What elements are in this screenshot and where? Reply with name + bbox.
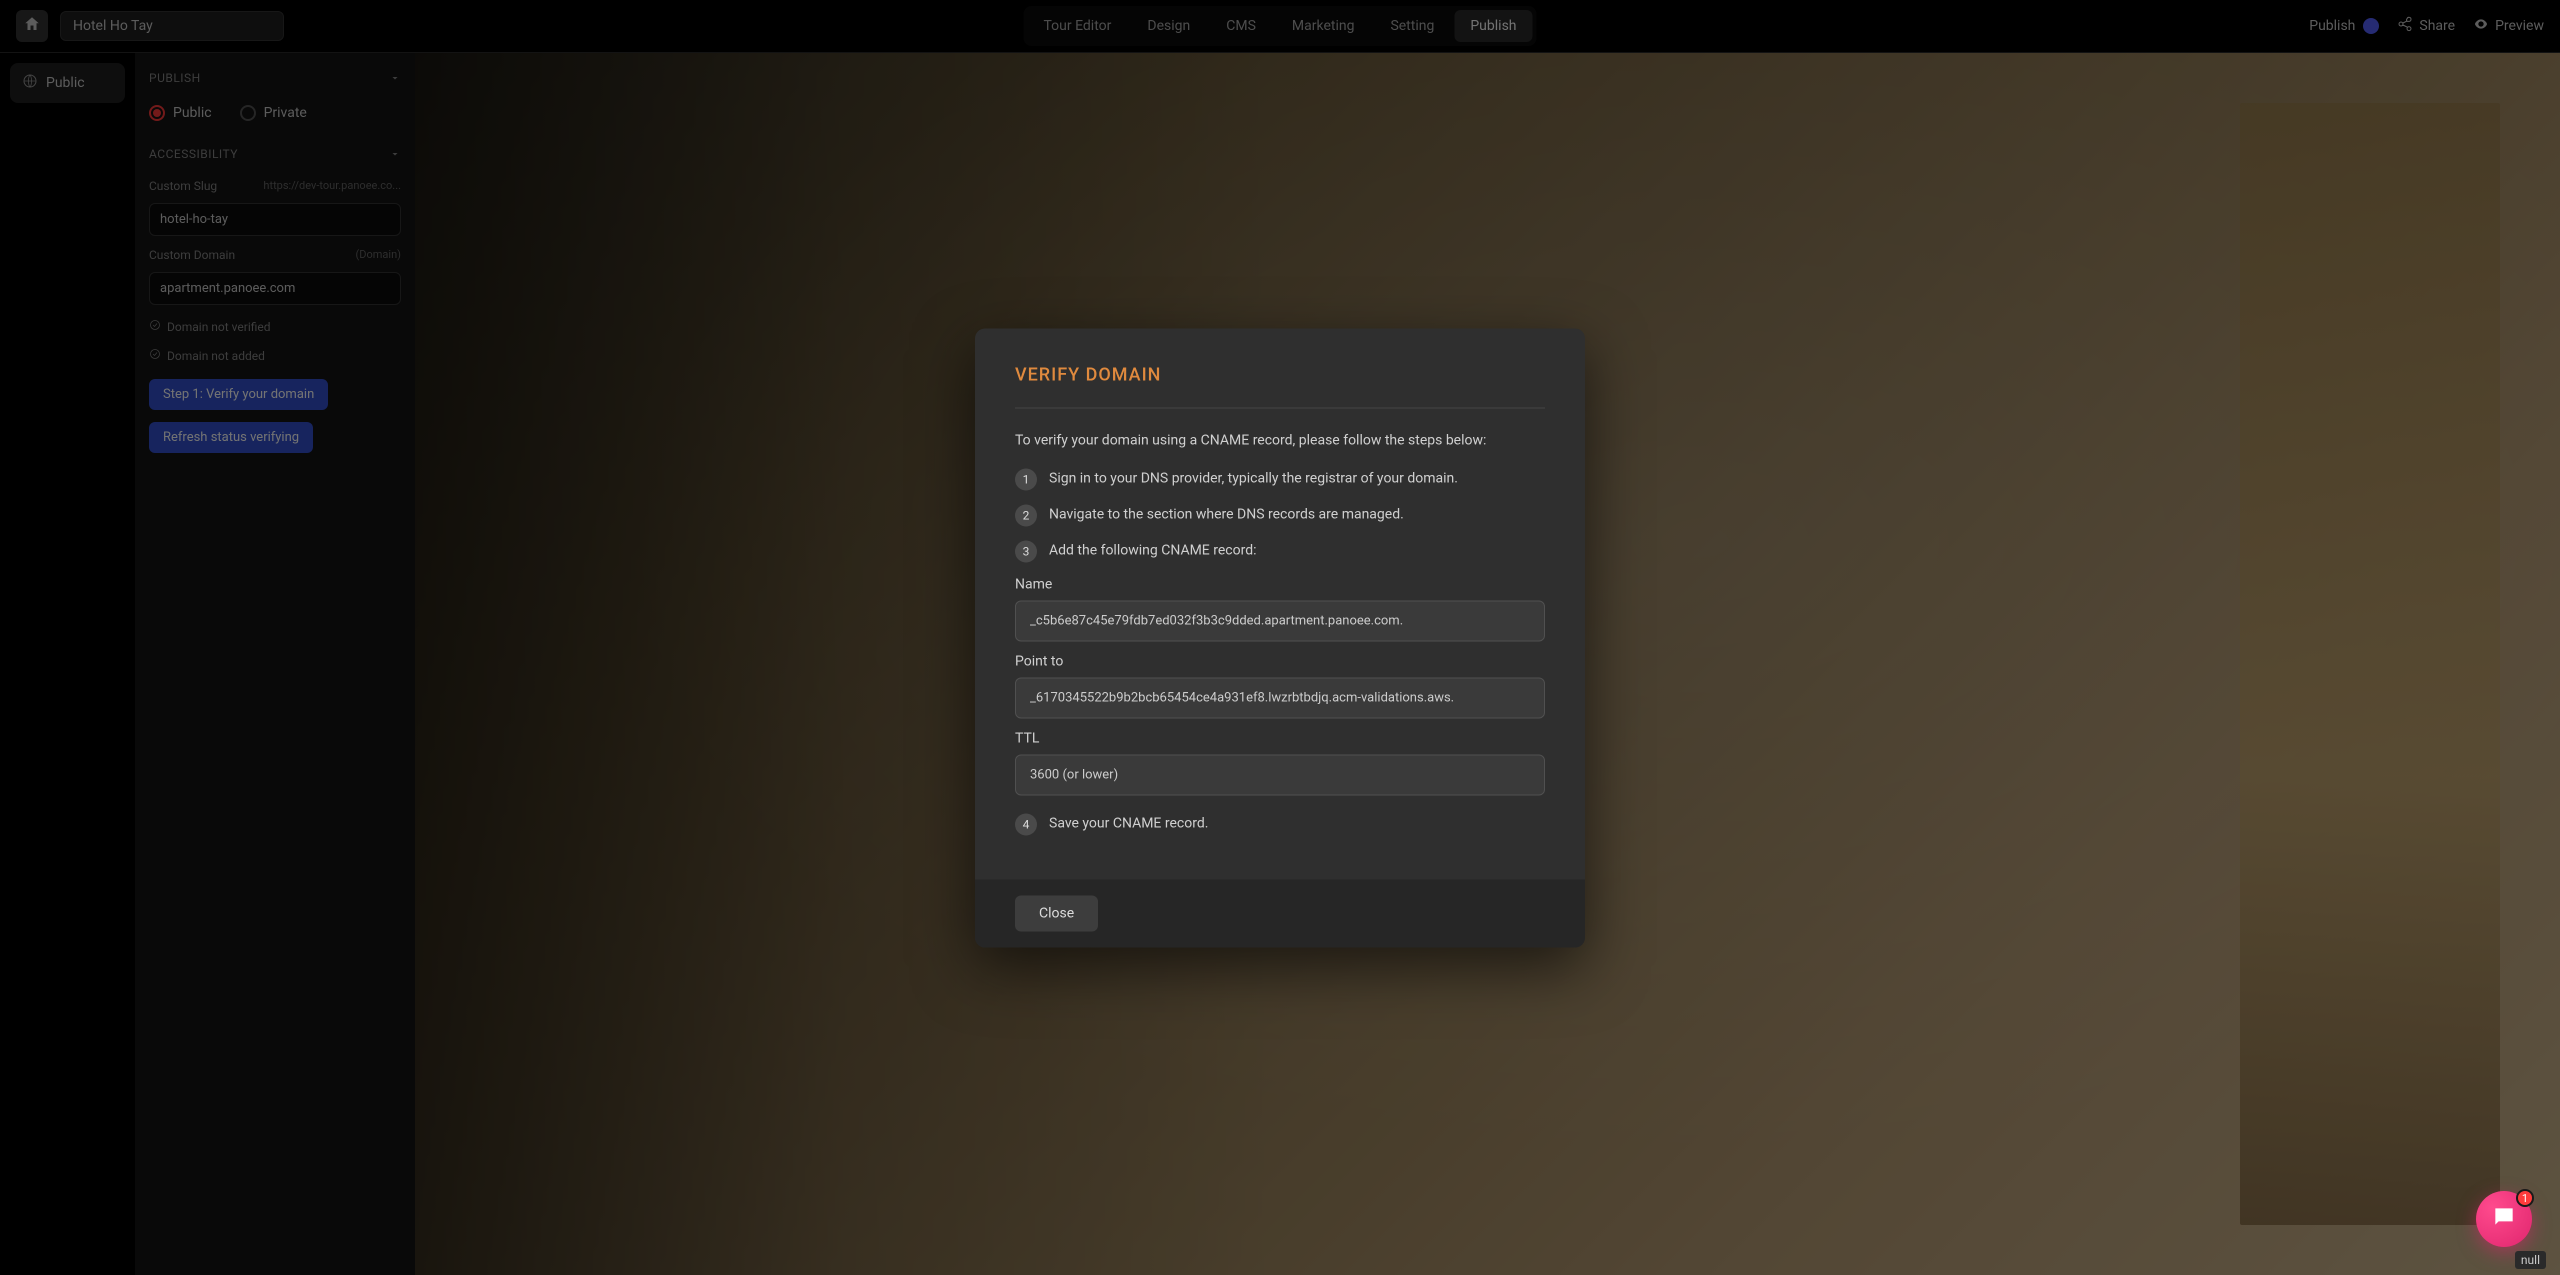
modal-title: VERIFY DOMAIN bbox=[1015, 364, 1545, 385]
cname-ttl-value[interactable]: 3600 (or lower) bbox=[1015, 754, 1545, 795]
step-number-badge: 1 bbox=[1015, 468, 1037, 490]
step-2-text: Navigate to the section where DNS record… bbox=[1049, 504, 1404, 522]
step-number-badge: 2 bbox=[1015, 504, 1037, 526]
cname-name-value[interactable]: _c5b6e87c45e79fdb7ed032f3b3c9dded.apartm… bbox=[1015, 600, 1545, 641]
step-4-text: Save your CNAME record. bbox=[1049, 813, 1208, 831]
modal-footer: Close bbox=[975, 879, 1585, 947]
cname-point-block: Point to _6170345522b9b2bcb65454ce4a931e… bbox=[1015, 653, 1545, 718]
chat-badge: 1 bbox=[2516, 1189, 2534, 1207]
close-button[interactable]: Close bbox=[1015, 895, 1098, 931]
cname-point-label: Point to bbox=[1015, 653, 1545, 669]
step-4: 4 Save your CNAME record. bbox=[1015, 813, 1545, 835]
step-number-badge: 4 bbox=[1015, 813, 1037, 835]
step-1-text: Sign in to your DNS provider, typically … bbox=[1049, 468, 1458, 486]
modal-intro: To verify your domain using a CNAME reco… bbox=[1015, 432, 1545, 448]
cname-point-value[interactable]: _6170345522b9b2bcb65454ce4a931ef8.lwzrbt… bbox=[1015, 677, 1545, 718]
step-1: 1 Sign in to your DNS provider, typicall… bbox=[1015, 468, 1545, 490]
step-3-text: Add the following CNAME record: bbox=[1049, 540, 1256, 558]
step-number-badge: 3 bbox=[1015, 540, 1037, 562]
chat-fab[interactable]: 1 bbox=[2476, 1191, 2532, 1247]
chat-icon bbox=[2491, 1204, 2517, 1234]
step-3: 3 Add the following CNAME record: bbox=[1015, 540, 1545, 562]
cname-name-block: Name _c5b6e87c45e79fdb7ed032f3b3c9dded.a… bbox=[1015, 576, 1545, 641]
cname-ttl-block: TTL 3600 (or lower) bbox=[1015, 730, 1545, 795]
tooltip-null: null bbox=[2515, 1251, 2546, 1269]
cname-name-label: Name bbox=[1015, 576, 1545, 592]
modal-body: VERIFY DOMAIN To verify your domain usin… bbox=[975, 328, 1585, 879]
verify-domain-modal: VERIFY DOMAIN To verify your domain usin… bbox=[975, 328, 1585, 947]
step-2: 2 Navigate to the section where DNS reco… bbox=[1015, 504, 1545, 526]
modal-divider bbox=[1015, 407, 1545, 408]
cname-ttl-label: TTL bbox=[1015, 730, 1545, 746]
